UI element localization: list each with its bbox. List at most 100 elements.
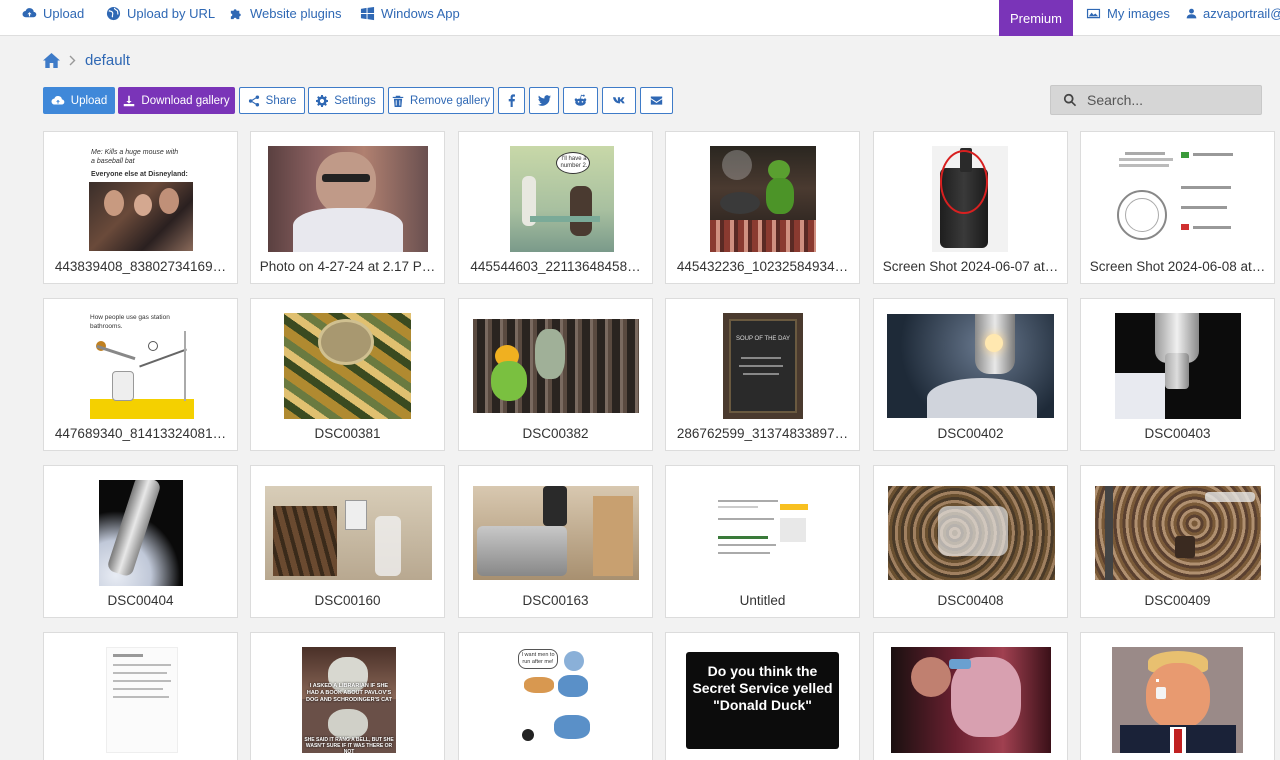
premium-button[interactable]: Premium	[999, 0, 1073, 36]
image-caption: 286762599_31374833897…	[676, 426, 849, 441]
share-label: Share	[265, 94, 297, 107]
thumb-text: Me: Kills a huge mouse with	[91, 149, 179, 156]
home-icon[interactable]	[43, 53, 60, 68]
gallery-card[interactable]	[43, 632, 238, 760]
image-caption: Screen Shot 2024-06-08 at…	[1089, 259, 1266, 274]
twitter-icon	[537, 95, 551, 106]
nav-account-label: azvaportrail@g	[1203, 6, 1280, 21]
top-nav: Upload Upload by URL Website plugins Win…	[0, 0, 1280, 36]
thumb-text: SOUP OF THE DAY	[735, 336, 790, 342]
facebook-icon	[508, 94, 515, 107]
nav-website-plugins[interactable]: Website plugins	[229, 0, 342, 27]
download-gallery-button[interactable]: Download gallery	[118, 87, 235, 114]
thumbnail	[1095, 486, 1261, 580]
nav-upload-by-url-label: Upload by URL	[127, 6, 216, 21]
thumb-text: I ASKED A LIBRARIAN IF SHE HAD A BOOK AB…	[306, 683, 392, 703]
share-button[interactable]: Share	[239, 87, 305, 114]
reddit-icon	[574, 94, 587, 106]
breadcrumb: default	[43, 52, 130, 69]
gallery-card[interactable]: DSC00382	[458, 298, 653, 451]
thumb-text: SHE SAID IT RANG A BELL, BUT SHE WASN'T …	[304, 737, 394, 753]
vk-icon	[612, 97, 625, 104]
reddit-share-button[interactable]	[563, 87, 598, 114]
remove-gallery-label: Remove gallery	[410, 94, 490, 107]
nav-upload-label: Upload	[43, 6, 85, 21]
vk-share-button[interactable]	[602, 87, 636, 114]
gallery-card[interactable]	[873, 632, 1068, 760]
thumbnail	[106, 647, 178, 753]
thumbnail	[888, 486, 1055, 580]
image-caption: DSC00382	[522, 426, 589, 441]
cloud-upload-icon	[22, 8, 37, 18]
image-caption: DSC00408	[937, 593, 1004, 608]
thumbnail: I ASKED A LIBRARIAN IF SHE HAD A BOOK AB…	[302, 647, 396, 753]
image-caption: DSC00160	[314, 593, 381, 608]
thumb-text: Do you think the Secret Service yelled "…	[692, 663, 833, 713]
facebook-share-button[interactable]	[498, 87, 525, 114]
gallery-card[interactable]: How people use gas station bathrooms. 44…	[43, 298, 238, 451]
thumbnail: How people use gas station bathrooms.	[88, 311, 196, 419]
thumb-text: I'll have a number 2.	[560, 156, 588, 169]
image-icon	[1086, 8, 1101, 19]
image-caption: DSC00403	[1144, 426, 1211, 441]
thumbnail	[473, 486, 639, 580]
gallery-card[interactable]: Untitled	[665, 465, 860, 618]
twitter-share-button[interactable]	[529, 87, 559, 114]
search-input[interactable]	[1087, 92, 1247, 108]
gallery-card[interactable]: DSC00402	[873, 298, 1068, 451]
image-caption: 445432236_10232584934…	[676, 259, 849, 274]
gallery-card[interactable]: Me: Kills a huge mouse with a baseball b…	[43, 131, 238, 284]
gallery-card[interactable]	[1080, 632, 1275, 760]
gallery-card[interactable]: I ASKED A LIBRARIAN IF SHE HAD A BOOK AB…	[250, 632, 445, 760]
gallery-card[interactable]: DSC00381	[250, 298, 445, 451]
nav-upload[interactable]: Upload	[22, 0, 84, 27]
remove-gallery-button[interactable]: Remove gallery	[388, 87, 494, 114]
gallery-card[interactable]: DSC00403	[1080, 298, 1275, 451]
gallery-card[interactable]: DSC00163	[458, 465, 653, 618]
gallery-card[interactable]: DSC00409	[1080, 465, 1275, 618]
image-caption: Photo on 4-27-24 at 2.17 P…	[259, 259, 436, 274]
image-caption: 445544603_22113648458…	[470, 259, 641, 274]
gallery-card[interactable]: I'll have a number 2. 445544603_22113648…	[458, 131, 653, 284]
gallery-card[interactable]: Screen Shot 2024-06-08 at…	[1080, 131, 1275, 284]
gallery-card[interactable]: Do you think the Secret Service yelled "…	[665, 632, 860, 760]
download-icon	[124, 95, 135, 106]
thumbnail	[1105, 146, 1251, 252]
nav-my-images[interactable]: My images	[1086, 0, 1170, 27]
gallery-card[interactable]: I want men to run after me!	[458, 632, 653, 760]
nav-website-plugins-label: Website plugins	[250, 6, 342, 21]
thumbnail: SOUP OF THE DAY	[723, 313, 803, 419]
image-caption: 447689340_81413324081…	[54, 426, 227, 441]
gallery-card[interactable]: Screen Shot 2024-06-07 at…	[873, 131, 1068, 284]
thumb-text: a baseball bat	[91, 158, 135, 165]
nav-account[interactable]: azvaportrail@g	[1186, 0, 1280, 27]
gallery-card[interactable]: DSC00404	[43, 465, 238, 618]
cloud-upload-icon	[51, 95, 65, 105]
image-caption: 443839408_83802734169…	[54, 259, 227, 274]
gallery-card[interactable]: DSC00160	[250, 465, 445, 618]
share-icon	[248, 95, 259, 106]
image-caption: DSC00381	[314, 426, 381, 441]
thumbnail: I'll have a number 2.	[510, 146, 614, 252]
image-caption: DSC00163	[522, 593, 589, 608]
thumbnail	[887, 314, 1054, 418]
upload-button[interactable]: Upload	[43, 87, 115, 114]
settings-label: Settings	[334, 94, 376, 107]
gallery-card[interactable]: Photo on 4-27-24 at 2.17 P…	[250, 131, 445, 284]
gallery-card[interactable]: DSC00408	[873, 465, 1068, 618]
gallery-card[interactable]: SOUP OF THE DAY 286762599_31374833897…	[665, 298, 860, 451]
thumbnail	[268, 146, 428, 252]
gallery-card[interactable]: 445432236_10232584934…	[665, 131, 860, 284]
breadcrumb-current[interactable]: default	[85, 52, 130, 69]
settings-button[interactable]: Settings	[308, 87, 384, 114]
nav-upload-by-url[interactable]: Upload by URL	[106, 0, 215, 27]
thumb-text: How people use gas station	[90, 314, 170, 321]
thumb-text: Everyone else at Disneyland:	[91, 171, 188, 178]
nav-my-images-label: My images	[1107, 6, 1170, 21]
image-caption: DSC00409	[1144, 593, 1211, 608]
search-icon	[1063, 93, 1077, 107]
thumb-text: bathrooms.	[90, 323, 123, 330]
thumbnail: I want men to run after me!	[514, 647, 599, 753]
nav-windows-app[interactable]: Windows App	[360, 0, 460, 27]
email-share-button[interactable]	[640, 87, 673, 114]
